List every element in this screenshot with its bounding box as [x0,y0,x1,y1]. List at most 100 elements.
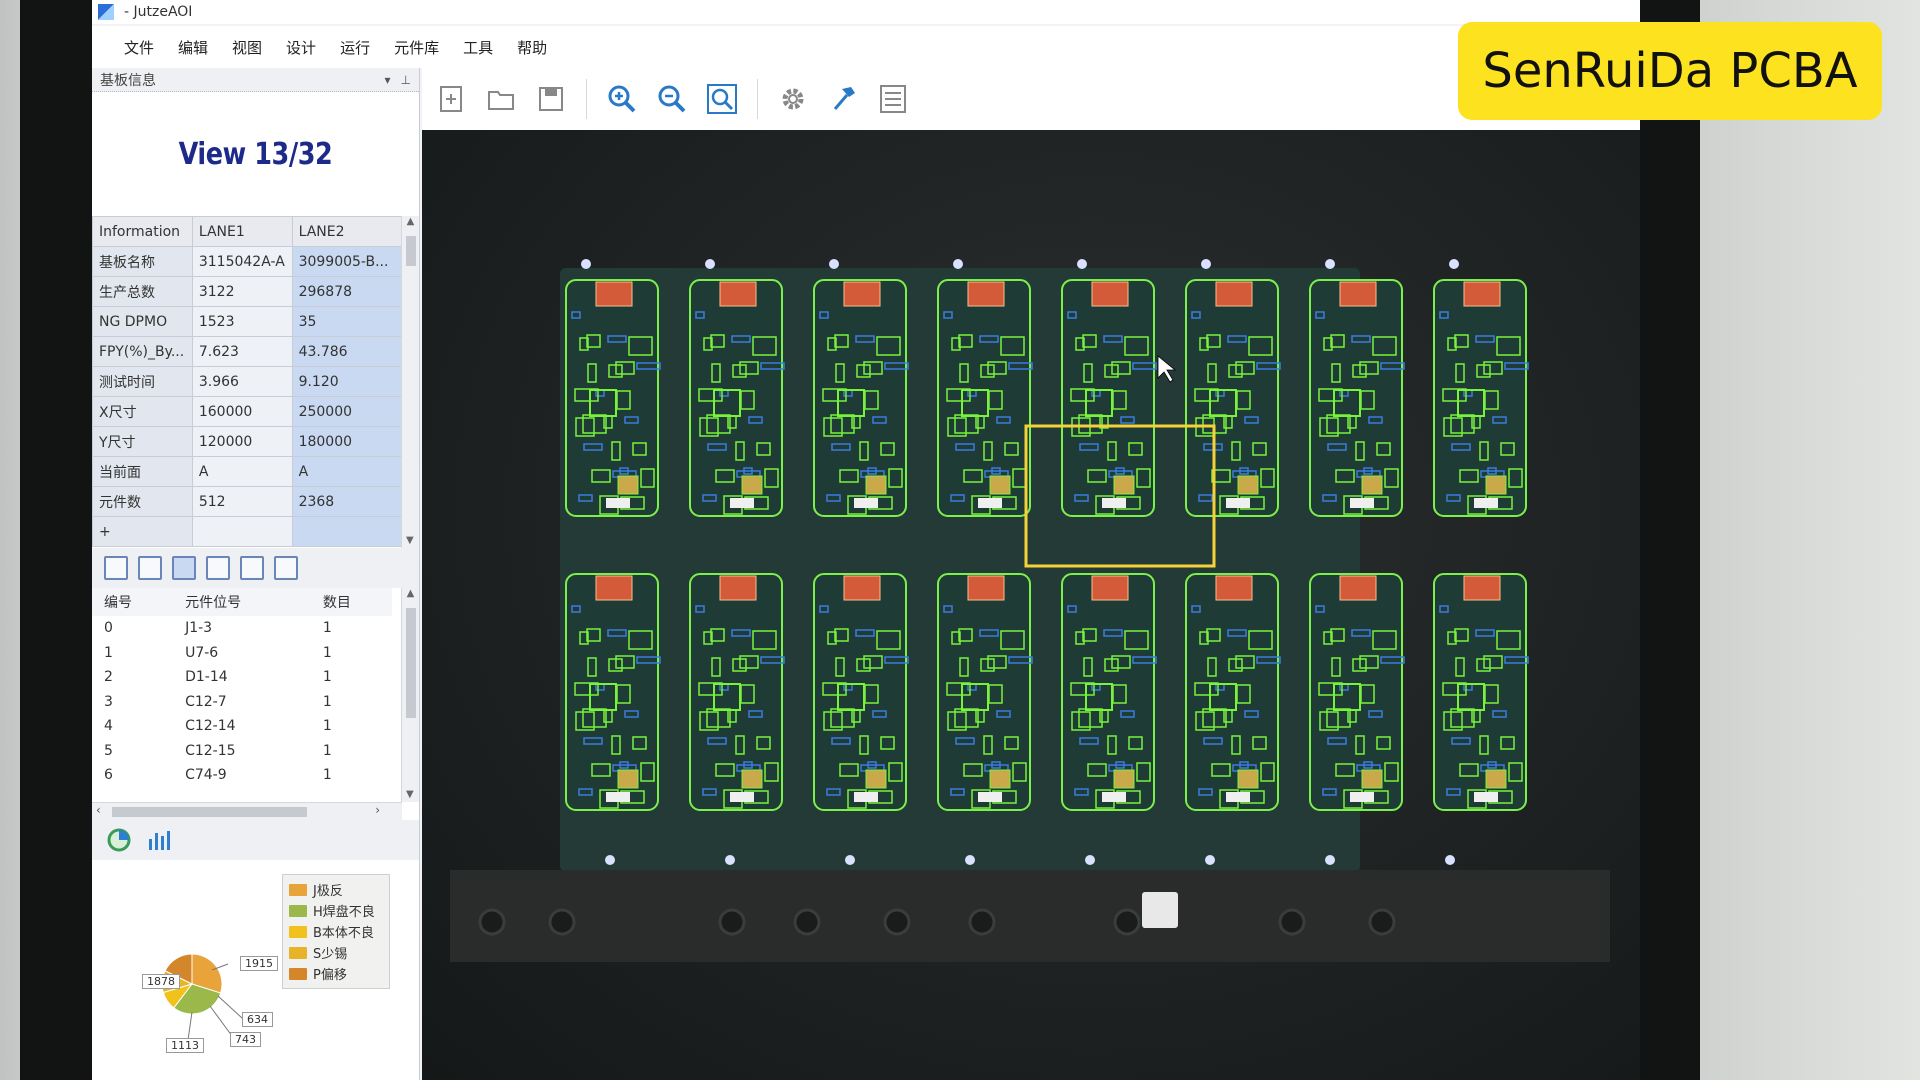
info-table: Information LANE1 LANE2 基板名称 3115042A-A 30… [92,216,403,547]
table-row[interactable]: 3 C12-7 1 [92,690,392,715]
gear-icon[interactable] [776,82,810,116]
delete-icon[interactable] [104,556,128,580]
scroll-up-icon[interactable]: ▲ [402,588,419,599]
watermark-logo: SenRuiDa PCBA [1458,22,1882,120]
menu-design[interactable]: 设计 [284,33,318,62]
table-row[interactable]: 0 J1-3 1 [92,616,392,641]
menu-bar: 文件 编辑 视图 设计 运行 元件库 工具 帮助 [92,26,1640,68]
scroll-right-icon[interactable]: › [375,803,380,817]
info-vertical-scrollbar[interactable]: ▲ ▼ [401,216,419,548]
part-index: 6 [104,767,113,784]
scroll-thumb[interactable] [406,236,416,266]
scroll-down-icon[interactable]: ▼ [406,535,414,546]
lane2-value: 296878 [291,276,403,307]
save-icon[interactable] [534,82,568,116]
pcb-panel-image[interactable] [422,130,1640,1080]
zoom-out-icon[interactable] [655,82,689,116]
pad-group [1485,475,1507,495]
scroll-up-icon[interactable]: ▲ [402,216,419,227]
add-row-button[interactable]: + [92,516,193,547]
pad-group [617,769,639,789]
view-counter: View 13/32 [178,136,333,172]
legend-item: S少锡 [289,942,383,963]
parts-header[interactable]: 数目 [310,588,392,616]
info-add-row[interactable]: + [92,516,403,547]
report-icon[interactable] [206,556,230,580]
statistics-icon[interactable] [240,556,264,580]
info-row[interactable]: 生产总数 3122 296878 [92,276,403,307]
menu-edit[interactable]: 编辑 [176,33,210,62]
bar-chart-icon[interactable] [146,827,172,853]
lane1-value: 3115042A-A [191,246,293,277]
pad-group [989,769,1011,789]
table-row[interactable]: 2 D1-14 1 [92,665,392,690]
fiducial-mark [581,259,591,269]
menu-help[interactable]: 帮助 [515,33,549,62]
info-label: 生产总数 [92,276,193,307]
menu-library[interactable]: 元件库 [392,33,441,62]
legend-swatch [289,883,307,896]
part-index: 2 [104,669,113,686]
pin-icon[interactable]: ⊥ [401,73,411,87]
fixture-hole [1368,908,1396,936]
info-row[interactable]: 元件数 512 2368 [92,486,403,517]
fixture-bar [450,870,1610,962]
part-ref: C12-15 [185,742,236,759]
menu-run[interactable]: 运行 [338,33,372,62]
pie-chart-icon[interactable] [106,827,132,853]
info-row[interactable]: FPY(%)_By... 7.623 43.786 [92,336,403,367]
hammer-icon[interactable] [826,82,860,116]
usb-connector [719,281,757,307]
pie-data-label: 634 [242,1012,273,1027]
scroll-left-icon[interactable]: ‹ [96,803,101,817]
label-pad [978,498,1002,508]
scroll-thumb[interactable] [406,608,416,718]
lane2-value: 43.786 [291,336,403,367]
info-header[interactable]: LANE2 [291,216,403,247]
parts-vertical-scrollbar[interactable]: ▲ ▼ [401,588,419,802]
label-pad [854,498,878,508]
info-row[interactable]: NG DPMO 1523 35 [92,306,403,337]
list-icon[interactable] [876,82,910,116]
parts-header[interactable]: 元件位号 [173,588,311,616]
edit-list-icon[interactable] [138,556,162,580]
table-row[interactable]: 6 C74-9 1 [92,763,392,788]
zoom-in-icon[interactable] [605,82,639,116]
info-header[interactable]: LANE1 [191,216,293,247]
pad-group [617,475,639,495]
info-row[interactable]: 基板名称 3115042A-A 3099005-B... [92,246,403,277]
lane1-value: 512 [191,486,293,517]
new-file-icon[interactable] [434,82,468,116]
open-folder-icon[interactable] [484,82,518,116]
info-row[interactable]: 当前面 A A [92,456,403,487]
ng-list-icon[interactable] [172,556,196,580]
usb-connector [1463,281,1501,307]
menu-file[interactable]: 文件 [122,33,156,62]
pad-group [865,769,887,789]
panel-title: 基板信息 [100,72,156,89]
export-icon[interactable] [274,556,298,580]
part-ref: C12-14 [185,718,236,735]
menu-view[interactable]: 视图 [230,33,264,62]
part-index: 0 [104,620,113,637]
label-pad [730,498,754,508]
label-pad [606,498,630,508]
lane2-value: 250000 [291,396,403,427]
info-row[interactable]: 测试时间 3.966 9.120 [92,366,403,397]
table-row[interactable]: 5 C12-15 1 [92,739,392,764]
parts-header[interactable]: 编号 [92,588,174,616]
menu-tools[interactable]: 工具 [461,33,495,62]
zoom-fit-icon[interactable] [705,82,739,116]
legend-item: J极反 [289,879,383,900]
scroll-down-icon[interactable]: ▼ [406,789,414,800]
table-row[interactable]: 4 C12-14 1 [92,714,392,739]
info-row[interactable]: Y尺寸 120000 180000 [92,426,403,457]
parts-horizontal-scrollbar[interactable]: ‹ › [92,802,402,820]
scroll-thumb[interactable] [112,807,307,817]
pie-leader-line [209,1005,233,1037]
pcb-board-view[interactable] [422,130,1640,1080]
table-row[interactable]: 1 U7-6 1 [92,641,392,666]
info-header[interactable]: Information [92,216,193,247]
info-row[interactable]: X尺寸 160000 250000 [92,396,403,427]
dropdown-icon[interactable]: ▾ [385,73,391,87]
